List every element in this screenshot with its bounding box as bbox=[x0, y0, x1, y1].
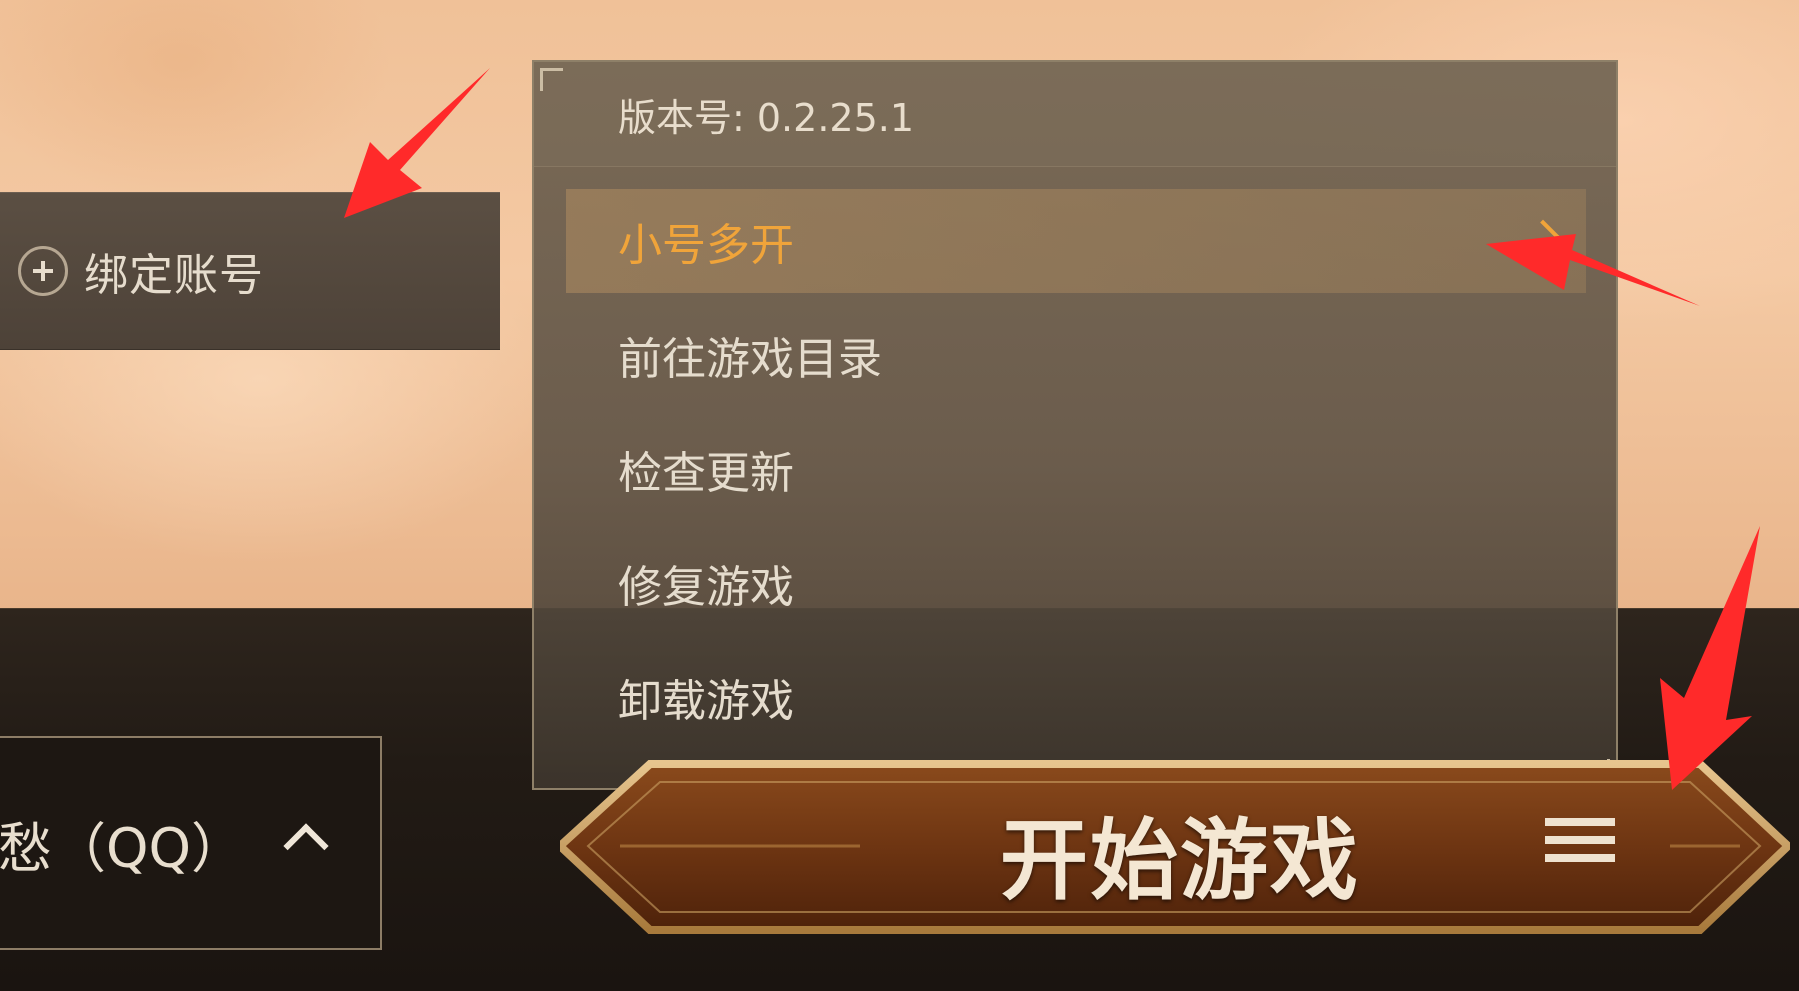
bind-account-label: 绑定账号 bbox=[84, 250, 264, 301]
hamburger-menu-icon[interactable] bbox=[1545, 818, 1615, 874]
annotation-arrow-multi-instance bbox=[1486, 234, 1700, 306]
account-name: 愁（QQ） bbox=[0, 816, 246, 880]
menu-item-label: 卸载游戏 bbox=[618, 676, 794, 727]
menu-item-open-game-directory[interactable]: 前往游戏目录 bbox=[566, 303, 1586, 407]
menu-item-check-update[interactable]: 检查更新 bbox=[566, 417, 1586, 521]
annotation-arrow-menu-button bbox=[1660, 526, 1760, 790]
account-selector[interactable]: 愁（QQ） bbox=[0, 736, 382, 950]
version-label: 版本号: 0.2.25.1 bbox=[534, 62, 1616, 167]
start-game-button[interactable]: 开始游戏 bbox=[560, 740, 1790, 955]
menu-items: 小号多开 前往游戏目录 检查更新 修复游戏 卸载游戏 bbox=[534, 167, 1616, 749]
start-game-label: 开始游戏 bbox=[1000, 809, 1361, 912]
launcher-dropdown-menu: 版本号: 0.2.25.1 小号多开 前往游戏目录 检查更新 修复游戏 卸载游戏 bbox=[532, 60, 1618, 790]
chevron-up-icon[interactable] bbox=[283, 823, 329, 869]
plus-circle-icon bbox=[18, 246, 68, 296]
menu-item-uninstall-game[interactable]: 卸载游戏 bbox=[566, 645, 1586, 749]
menu-item-label: 小号多开 bbox=[618, 220, 794, 271]
menu-item-repair-game[interactable]: 修复游戏 bbox=[566, 531, 1586, 635]
menu-item-label: 前往游戏目录 bbox=[618, 334, 882, 385]
menu-item-label: 检查更新 bbox=[618, 448, 794, 499]
bind-account-button[interactable]: 绑定账号 bbox=[18, 239, 264, 303]
annotation-arrow-bind-account bbox=[344, 68, 490, 218]
menu-item-label: 修复游戏 bbox=[618, 562, 794, 613]
corner-ornament bbox=[540, 68, 563, 91]
menu-item-multi-instance[interactable]: 小号多开 bbox=[566, 189, 1586, 293]
